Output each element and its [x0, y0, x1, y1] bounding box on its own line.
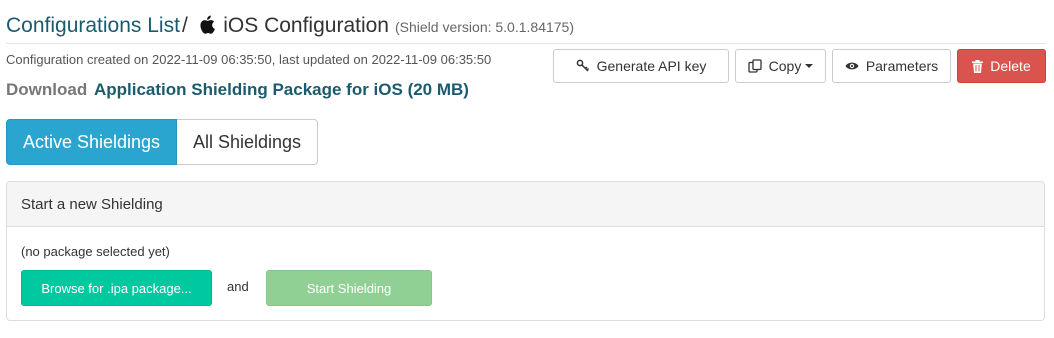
shielding-tabs: Active Shieldings All Shieldings: [6, 119, 318, 165]
breadcrumb-separator: /: [181, 14, 188, 37]
download-row: Download Application Shielding Package f…: [6, 80, 469, 100]
shield-version: (Shield version: 5.0.1.84175): [395, 19, 574, 35]
tab-all-shieldings[interactable]: All Shieldings: [177, 119, 318, 165]
download-label: Download: [6, 80, 88, 99]
generate-api-key-button[interactable]: Generate API key: [553, 49, 729, 83]
parameters-button[interactable]: Parameters: [832, 49, 951, 83]
page-title: iOS Configuration: [223, 14, 389, 37]
eye-icon: [845, 62, 859, 70]
parameters-label: Parameters: [865, 58, 939, 74]
start-shielding-button[interactable]: Start Shielding: [266, 270, 432, 306]
header-divider: [6, 43, 1046, 44]
copy-label: Copy: [768, 58, 802, 74]
breadcrumb: Configurations List/ iOS Configuration (S…: [6, 14, 574, 38]
key-icon: [576, 59, 589, 72]
download-package-link[interactable]: Application Shielding Package for iOS (2…: [94, 80, 469, 99]
delete-label: Delete: [990, 58, 1031, 74]
copy-icon: [748, 59, 762, 73]
tab-active-shieldings[interactable]: Active Shieldings: [6, 119, 177, 165]
new-shielding-panel: Start a new Shielding (no package select…: [6, 181, 1045, 321]
panel-heading: Start a new Shielding: [7, 182, 1044, 227]
browse-ipa-button[interactable]: Browse for .ipa package...: [21, 270, 212, 306]
configuration-timestamps: Configuration created on 2022-11-09 06:3…: [6, 52, 492, 67]
breadcrumb-configurations-link[interactable]: Configurations List: [6, 14, 180, 37]
copy-dropdown-button[interactable]: Copy: [735, 49, 826, 83]
chevron-down-icon: [805, 64, 814, 68]
apple-icon: [199, 15, 216, 34]
no-package-status: (no package selected yet): [21, 244, 170, 259]
and-text: and: [227, 279, 249, 294]
generate-api-key-label: Generate API key: [596, 58, 707, 74]
delete-button[interactable]: Delete: [957, 49, 1046, 83]
trash-icon: [972, 59, 984, 73]
